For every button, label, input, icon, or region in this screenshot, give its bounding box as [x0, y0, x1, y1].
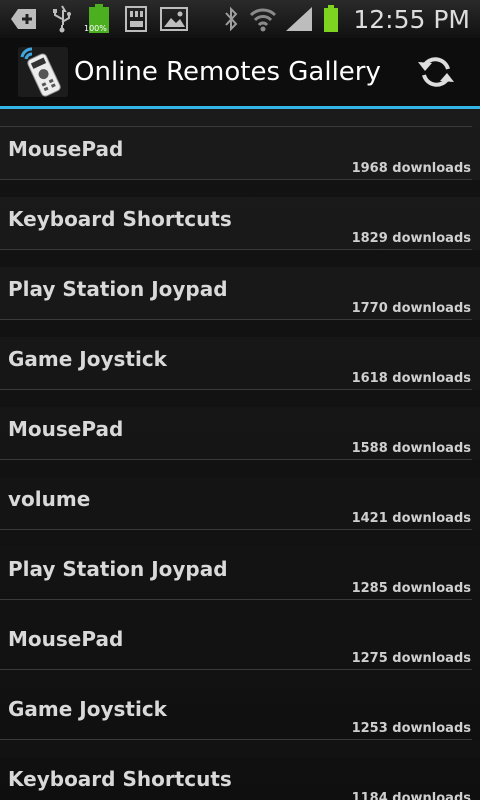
download-count: 1770 downloads	[351, 301, 471, 316]
remote-name: MousePad	[8, 137, 124, 161]
list-item[interactable]: volume 1421 downloads	[0, 477, 480, 547]
action-bar: Online Remotes Gallery	[0, 38, 480, 106]
download-count: 1968 downloads	[351, 161, 471, 176]
list-item[interactable]: MousePad 1968 downloads	[0, 127, 480, 197]
list-item[interactable]: Game Joystick 1253 downloads	[0, 687, 480, 757]
list-item[interactable]: Keyboard Shortcuts 1184 downloads	[0, 757, 480, 800]
list-separator	[0, 600, 480, 617]
remote-name: MousePad	[8, 417, 124, 441]
list-item[interactable]: Play Station Joypad 1770 downloads	[0, 267, 480, 337]
list-item[interactable]: MousePad 1588 downloads	[0, 407, 480, 477]
remote-name: volume	[8, 487, 91, 511]
list-separator	[0, 390, 480, 407]
list-separator	[0, 670, 480, 687]
usb-icon	[48, 5, 76, 33]
wifi-icon	[249, 5, 277, 33]
list-separator	[0, 740, 480, 757]
page-title: Online Remotes Gallery	[74, 57, 381, 87]
list-separator	[0, 320, 480, 337]
remote-name: Game Joystick	[8, 347, 167, 371]
battery-full-icon: 100%	[84, 4, 112, 33]
status-bar: 100% 12:55 PM	[0, 0, 480, 38]
bluetooth-icon	[221, 5, 241, 33]
download-count: 1285 downloads	[351, 581, 471, 596]
list-item[interactable]: Game Joystick 1618 downloads	[0, 337, 480, 407]
gallery-icon	[160, 5, 188, 33]
remote-name: Game Joystick	[8, 697, 167, 721]
refresh-button[interactable]	[414, 50, 458, 94]
signal-icon	[285, 5, 313, 33]
list-item[interactable]: MousePad 1275 downloads	[0, 617, 480, 687]
remote-name: MousePad	[8, 627, 124, 651]
list-separator	[0, 460, 480, 477]
list-item[interactable]: Play Station Joypad 1285 downloads	[0, 547, 480, 617]
remote-name: Keyboard Shortcuts	[8, 207, 232, 231]
remote-name: Play Station Joypad	[8, 557, 228, 581]
status-bar-notifications: 100%	[10, 4, 188, 33]
remote-app-icon	[18, 47, 68, 97]
download-count: 1253 downloads	[351, 721, 471, 736]
download-count: 1184 downloads	[351, 791, 471, 800]
battery-percent-label: 100%	[84, 24, 107, 33]
list-separator	[0, 180, 480, 197]
download-count: 1421 downloads	[351, 511, 471, 526]
download-count: 1618 downloads	[351, 371, 471, 386]
add-notification-icon	[10, 5, 38, 33]
battery-icon	[321, 5, 341, 33]
remotes-list[interactable]: MousePad 1968 downloads Keyboard Shortcu…	[0, 109, 480, 800]
refresh-icon	[418, 57, 454, 87]
download-count: 1588 downloads	[351, 441, 471, 456]
download-count: 1829 downloads	[351, 231, 471, 246]
list-separator	[0, 530, 480, 547]
sd-card-icon	[122, 5, 150, 33]
remote-name: Play Station Joypad	[8, 277, 228, 301]
remote-name: Keyboard Shortcuts	[8, 767, 232, 791]
status-time: 12:55 PM	[353, 4, 470, 34]
list-item[interactable]: Keyboard Shortcuts 1829 downloads	[0, 197, 480, 267]
status-bar-system: 12:55 PM	[221, 5, 470, 34]
list-separator	[0, 250, 480, 267]
download-count: 1275 downloads	[351, 651, 471, 666]
